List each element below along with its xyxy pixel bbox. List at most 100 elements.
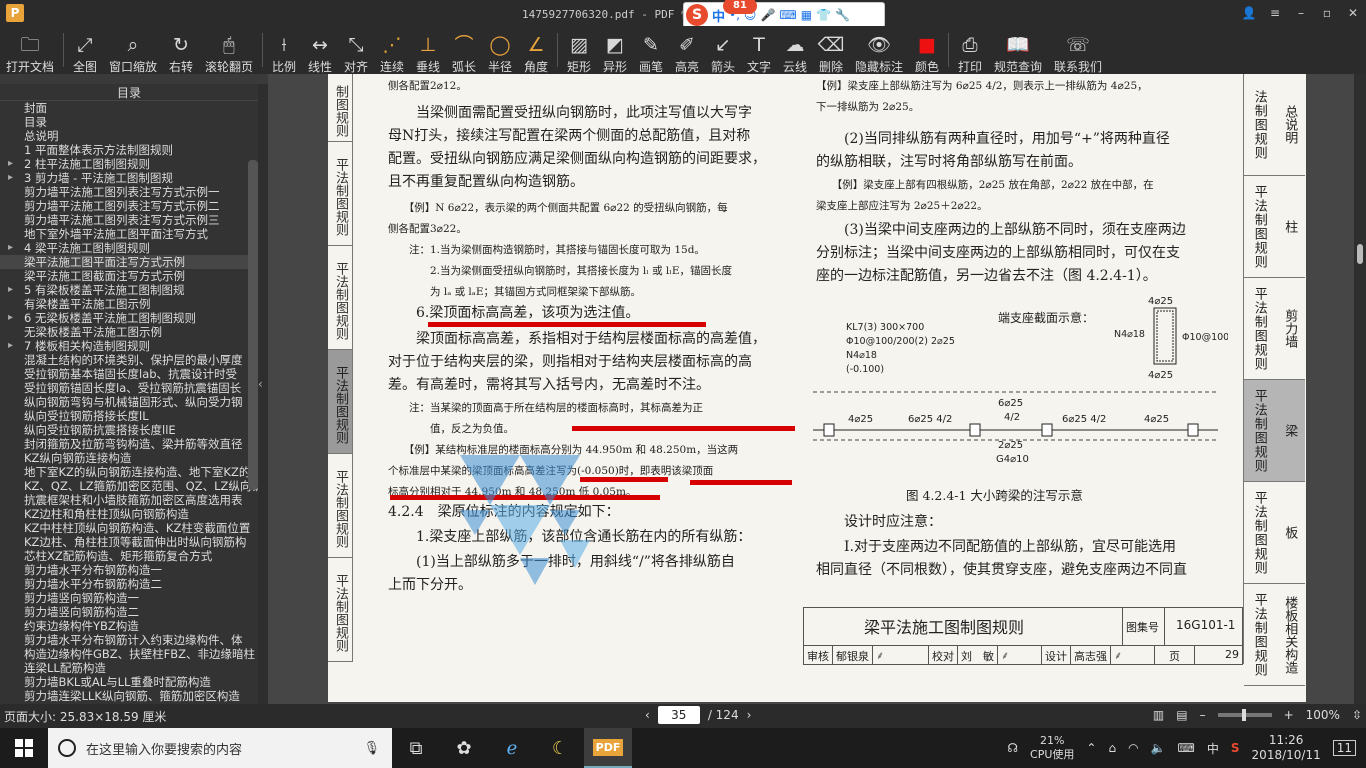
sidebar-collapse-button[interactable]: ‹ <box>258 84 268 704</box>
maximize-button[interactable]: ▫ <box>1314 0 1340 26</box>
toc-item[interactable]: 6 无梁板楼盖平法施工图制图规则 <box>0 311 258 325</box>
print-button[interactable]: ⎙ 打印 <box>952 26 988 74</box>
user-icon[interactable]: 👤 <box>1236 0 1262 26</box>
toc-item[interactable]: KZ边柱、角柱柱顶等截面伸出时纵向钢筋构 <box>0 535 258 549</box>
microphone-icon[interactable]: 🎤 <box>760 8 775 22</box>
toc-item[interactable]: 受拉钢筋基本锚固长度lab、抗震设计时受 <box>0 367 258 381</box>
right-tab[interactable]: 平法制图规则 楼板相关构造 <box>1244 584 1305 686</box>
toc-item[interactable]: 剪力墙平法施工图列表注写方式示例一 <box>0 185 258 199</box>
next-page-button[interactable]: › <box>747 708 752 722</box>
toc-item[interactable]: 地下室KZ的纵向钢筋连接构造、地下室KZ的 <box>0 465 258 479</box>
toc-item[interactable]: 有梁楼盖平法施工图示例 <box>0 297 258 311</box>
right-tab[interactable]: 法制图规则 总说明 <box>1244 74 1305 176</box>
toc-item[interactable]: 纵向受拉钢筋抗震搭接长度llE <box>0 423 258 437</box>
menu-icon[interactable]: ≡ <box>1262 0 1288 26</box>
notification-icon[interactable]: 11 <box>1332 740 1356 756</box>
toc-item[interactable]: KZ边柱和角柱柱顶纵向钢筋构造 <box>0 507 258 521</box>
keyboard-tray-icon[interactable]: ⌨ <box>1178 741 1195 755</box>
full-view-button[interactable]: ⤢ 全图 <box>67 26 103 74</box>
fit-icon[interactable]: ⇳ <box>1352 708 1362 722</box>
toc-item[interactable]: 梁平法施工图截面注写方式示例 <box>0 269 258 283</box>
toc-item[interactable]: 混凝土结构的环境类别、保护层的最小厚度 <box>0 353 258 367</box>
left-tab[interactable]: 平法制图规则 <box>328 454 353 558</box>
toc-item[interactable]: 剪力墙BKL或AL与LL重叠时配筋构造 <box>0 675 258 689</box>
skin-icon[interactable]: 👕 <box>816 8 831 22</box>
linear-button[interactable]: ↔ 线性 <box>302 26 338 74</box>
toc-item[interactable]: 无梁板楼盖平法施工图示例 <box>0 325 258 339</box>
continuous-view-icon[interactable]: ▥ <box>1153 708 1164 722</box>
task-view-icon[interactable]: ⧉ <box>392 728 440 768</box>
toc-item[interactable]: 受拉钢筋锚固长度la、受拉钢筋抗震锚固长 <box>0 381 258 395</box>
single-page-view-icon[interactable]: ▤ <box>1176 708 1187 722</box>
arrow-button[interactable]: ↙ 箭头 <box>705 26 741 74</box>
hide-marks-button[interactable]: 👁 隐藏标注 <box>849 26 909 74</box>
ratio-button[interactable]: ⟊ 比例 <box>266 26 302 74</box>
toc-item[interactable]: KZ、QZ、LZ箍筋加密区范围、QZ、LZ纵向钢 <box>0 479 258 493</box>
delete-button[interactable]: ⌫ 删除 <box>813 26 849 74</box>
zoom-slider[interactable] <box>1217 709 1272 721</box>
toc-item[interactable]: 2 柱平法施工图制图规则 <box>0 157 258 171</box>
sogou-tray-icon[interactable]: S <box>1231 741 1240 755</box>
toc-item[interactable]: 封面 <box>0 101 258 115</box>
angle-button[interactable]: ∠ 角度 <box>518 26 554 74</box>
network-icon[interactable]: ⌂ <box>1108 741 1116 755</box>
apps-icon[interactable]: ▦ <box>801 8 812 22</box>
right-tab[interactable]: 平法制图规则 板 <box>1244 482 1305 584</box>
toc-item[interactable]: 总说明 <box>0 129 258 143</box>
left-tab[interactable]: 平法制图规则 <box>328 558 353 662</box>
mic-icon[interactable]: 🎙 <box>363 741 380 756</box>
taskbar-search[interactable]: 在这里输入你要搜索的内容 🎙 <box>48 728 392 768</box>
toc-item[interactable]: 3 剪力墙 - 平法施工图制图规 <box>0 171 258 185</box>
pen-button[interactable]: ✎ 画笔 <box>633 26 669 74</box>
toc-item[interactable]: 剪力墙平法施工图列表注写方式示例三 <box>0 213 258 227</box>
sidebar-scrollbar[interactable] <box>248 160 258 490</box>
ie-browser-icon[interactable]: ℯ <box>488 728 536 768</box>
rectangle-button[interactable]: ▨ 矩形 <box>561 26 597 74</box>
left-tab[interactable]: 制图规则 <box>328 74 353 142</box>
toc-item[interactable]: 剪力墙竖向钢筋构造二 <box>0 605 258 619</box>
toc-item[interactable]: 纵向受拉钢筋搭接长度lL <box>0 409 258 423</box>
pdf-app-taskbar-icon[interactable]: PDF <box>584 728 632 768</box>
tray-expand-icon[interactable]: ⌃ <box>1086 741 1096 755</box>
arc-length-button[interactable]: ⌒ 弧长 <box>446 26 482 74</box>
ime-indicator[interactable]: 中 <box>1207 740 1219 757</box>
cloud-line-button[interactable]: ☁ 云线 <box>777 26 813 74</box>
toc-item[interactable]: 4 梁平法施工图制图规则 <box>0 241 258 255</box>
left-tab[interactable]: 平法制图规则 <box>328 246 353 350</box>
scroll-page-button[interactable]: 🖱 滚轮翻页 <box>199 26 259 74</box>
perpendicular-button[interactable]: ⊥ 垂线 <box>410 26 446 74</box>
scroll-thumb[interactable] <box>1357 244 1363 264</box>
sogou-icon[interactable]: S <box>686 4 708 26</box>
right-tab[interactable]: 平法制图规则 梁 <box>1244 380 1305 482</box>
zoom-out-button[interactable]: – <box>1200 708 1206 722</box>
pinwheel-app-icon[interactable]: ✿ <box>440 728 488 768</box>
toc-item[interactable]: 芯柱XZ配筋构造、矩形箍筋复合方式 <box>0 549 258 563</box>
shape-button[interactable]: ◩ 异形 <box>597 26 633 74</box>
ime-toolbar[interactable]: S 中 •, ☺ 🎤 ⌨ ▦ 👕 🔧 <box>683 2 885 28</box>
toc-item[interactable]: 目录 <box>0 115 258 129</box>
prev-page-button[interactable]: ‹ <box>645 708 650 722</box>
radius-button[interactable]: ◯ 半径 <box>482 26 518 74</box>
toc-item[interactable]: 构造边缘构件GBZ、扶壁柱FBZ、非边缘暗柱 <box>0 647 258 661</box>
toc-item[interactable]: 约束边缘构件YBZ构造 <box>0 619 258 633</box>
close-button[interactable]: ✕ <box>1340 0 1366 26</box>
left-tab[interactable]: 平法制图规则 <box>328 142 353 246</box>
aligned-button[interactable]: ⤡ 对齐 <box>338 26 374 74</box>
start-button[interactable] <box>0 728 48 768</box>
clock[interactable]: 11:26 2018/10/11 <box>1252 733 1321 763</box>
moon-app-icon[interactable]: ☾ <box>536 728 584 768</box>
right-tab[interactable]: 平法制图规则 柱 <box>1244 176 1305 278</box>
people-icon[interactable]: ☊ <box>1007 741 1018 755</box>
toc-item[interactable]: 剪力墙连梁LLK纵向钢筋、箍筋加密区构造 <box>0 689 258 703</box>
zoom-in-button[interactable]: + <box>1284 708 1294 722</box>
right-tab[interactable]: 平法制图规则 剪力墙 <box>1244 278 1305 380</box>
toc-item[interactable]: 5 有梁板楼盖平法施工图制图规 <box>0 283 258 297</box>
toc-item[interactable]: 封闭箍筋及拉筋弯钩构造、梁并筋等效直径 <box>0 437 258 451</box>
toc-item[interactable]: 剪力墙竖向钢筋构造一 <box>0 591 258 605</box>
toc-item[interactable]: KZ中柱柱顶纵向钢筋构造、KZ柱变截面位置 <box>0 521 258 535</box>
toc-item[interactable]: 纵向钢筋弯钩与机械锚固形式、纵向受力钢 <box>0 395 258 409</box>
toc-item[interactable]: 剪力墙水平分布钢筋计入约束边缘构件、体 <box>0 633 258 647</box>
toc-item[interactable]: 剪力墙水平分布钢筋构造二 <box>0 577 258 591</box>
toc-item[interactable]: 抗震框架柱和小墙肢箍筋加密区高度选用表 <box>0 493 258 507</box>
wifi-icon[interactable]: ◠ <box>1128 741 1138 755</box>
